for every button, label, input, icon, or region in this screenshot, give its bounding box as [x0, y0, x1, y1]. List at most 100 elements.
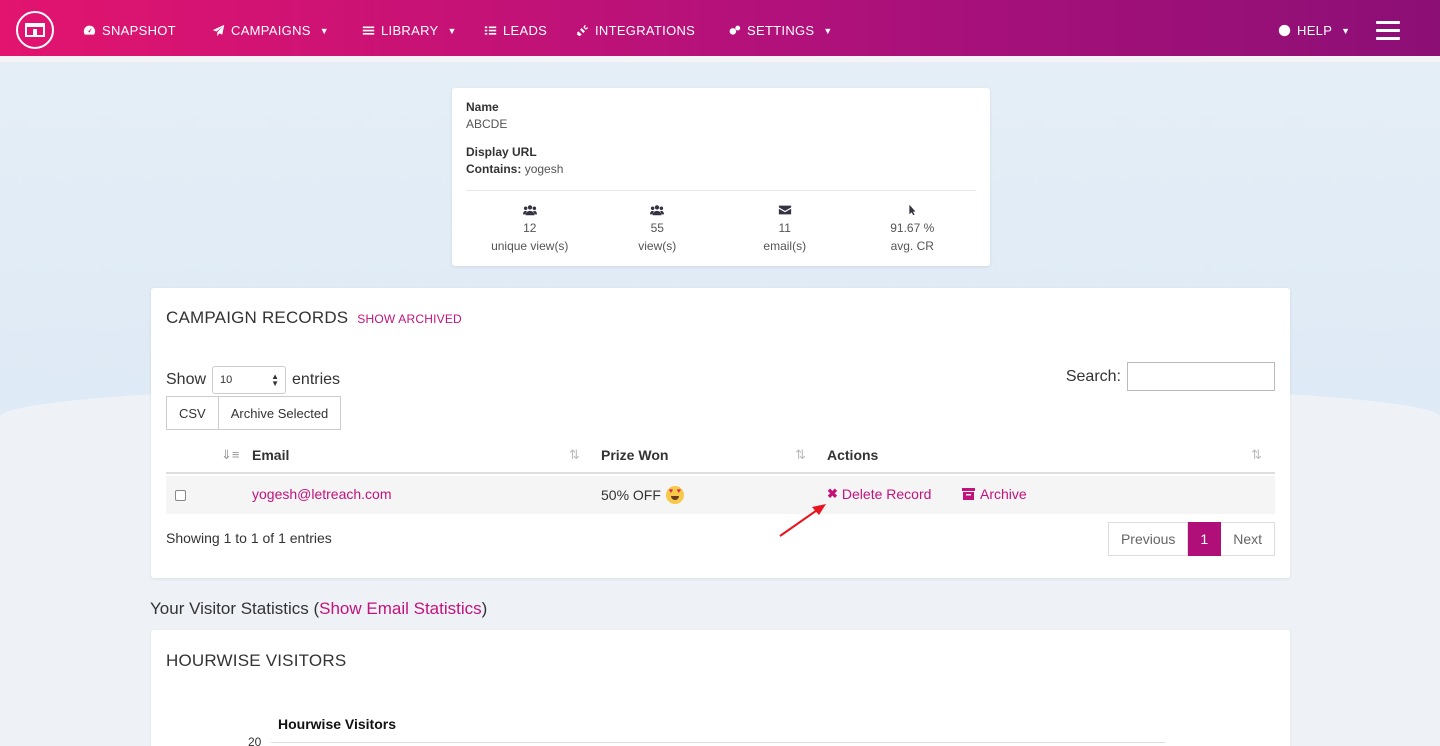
nav-library-label: LIBRARY — [381, 23, 439, 38]
visitor-statistics-heading: Your Visitor Statistics (Show Email Stat… — [150, 599, 487, 619]
hourwise-title: HOURWISE VISITORS — [166, 651, 347, 670]
visitor-prefix: Your Visitor Statistics ( — [150, 599, 320, 618]
paper-plane-icon — [212, 24, 225, 37]
column-prize-won[interactable]: Prize Won — [601, 447, 668, 463]
archive-selected-button[interactable]: Archive Selected — [218, 396, 342, 430]
chart-title: Hourwise Visitors — [278, 716, 397, 732]
top-navbar: SNAPSHOT CAMPAIGNS ▼ LIBRARY ▼ LEADS INTEG… — [0, 0, 1440, 62]
y-axis-tick: 20 — [248, 735, 262, 746]
sort-icon[interactable]: ⇅ — [1251, 447, 1262, 463]
stat-label: view(s) — [638, 239, 677, 253]
caret-down-icon: ▼ — [319, 25, 329, 36]
stat-value: 55 — [650, 221, 664, 235]
nav-campaigns[interactable]: CAMPAIGNS ▼ — [212, 23, 329, 38]
row-select-checkbox[interactable] — [175, 490, 186, 501]
cogs-icon — [729, 25, 741, 35]
question-circle-icon — [1278, 24, 1291, 37]
display-url-label: Display URL — [466, 145, 537, 159]
stat-unique-views: 12 unique view(s) — [466, 204, 594, 255]
nav-campaigns-label: CAMPAIGNS — [231, 23, 311, 38]
sort-icon[interactable]: ⇅ — [569, 447, 580, 463]
show-email-statistics-link[interactable]: Show Email Statistics — [319, 599, 482, 618]
nav-help-label: HELP — [1297, 23, 1333, 38]
entries-select[interactable]: 10 ▲ ▼ — [212, 366, 287, 394]
stats-row: 12 unique view(s) 55 view(s) 11 email(s)… — [466, 204, 976, 255]
row-prize: 50% OFF — [601, 486, 684, 504]
previous-page-button[interactable]: Previous — [1107, 522, 1189, 556]
archive-label: Archive — [980, 486, 1027, 502]
library-icon — [362, 26, 375, 35]
sort-icon[interactable]: ⇅ — [795, 447, 806, 463]
times-icon: ✖ — [827, 486, 838, 501]
pagination: Previous 1 Next — [1107, 522, 1275, 556]
brand-logo[interactable] — [16, 11, 54, 49]
stat-value: 12 — [523, 221, 537, 235]
nav-settings-label: SETTINGS — [747, 23, 815, 38]
stat-value: 91.67 % — [890, 221, 935, 235]
nav-help[interactable]: HELP ▼ — [1278, 23, 1350, 38]
entries-select-value: 10 — [220, 374, 233, 386]
nav-integrations-label: INTEGRATIONS — [595, 23, 696, 38]
search-input[interactable] — [1127, 362, 1275, 391]
archive-box-icon — [962, 488, 975, 500]
csv-button[interactable]: CSV — [166, 396, 219, 430]
stat-views: 55 view(s) — [594, 204, 722, 255]
records-title: CAMPAIGN RECORDS — [166, 308, 349, 327]
contains-label: Contains: — [466, 162, 522, 176]
nav-snapshot[interactable]: SNAPSHOT — [83, 23, 176, 38]
envelope-icon — [778, 205, 791, 215]
nav-settings[interactable]: SETTINGS ▼ — [728, 23, 833, 38]
table-header: ⇓≡ Email ⇅ Prize Won ⇅ Actions ⇅ — [166, 436, 1275, 474]
stat-avg-cr: 91.67 % avg. CR — [849, 204, 977, 255]
chart-gridline — [271, 742, 1165, 743]
show-archived-link[interactable]: SHOW ARCHIVED — [357, 312, 462, 326]
annotation-arrow — [779, 504, 826, 537]
visitor-suffix: ) — [481, 599, 488, 618]
campaign-records-card: CAMPAIGN RECORDS SHOW ARCHIVED Show 10 ▲… — [151, 288, 1290, 578]
contains-row: Contains: yogesh — [466, 162, 976, 176]
stat-emails: 11 email(s) — [721, 204, 849, 255]
sort-ascending-icon[interactable]: ⇓≡ — [221, 447, 239, 463]
campaign-summary-card: Name ABCDE Display URL Contains: yogesh … — [452, 88, 990, 266]
name-label: Name — [466, 100, 499, 114]
archive-link[interactable]: Archive — [962, 486, 1027, 502]
stat-label: unique view(s) — [491, 239, 569, 253]
row-prize-text: 50% OFF — [601, 487, 661, 503]
heart-eyes-emoji-icon — [665, 486, 684, 504]
column-actions[interactable]: Actions — [827, 447, 878, 463]
stat-label: email(s) — [763, 239, 807, 253]
delete-record-label: Delete Record — [841, 486, 932, 502]
search-label: Search: — [1065, 367, 1121, 385]
delete-record-link[interactable]: ✖ Delete Record — [827, 486, 931, 502]
show-label: Show — [166, 371, 207, 388]
nav-snapshot-label: SNAPSHOT — [102, 23, 176, 38]
caret-down-icon: ▼ — [1341, 25, 1351, 36]
next-page-button[interactable]: Next — [1221, 522, 1275, 556]
nav-library[interactable]: LIBRARY ▼ — [362, 23, 457, 38]
name-value: ABCDE — [466, 117, 508, 131]
list-icon — [484, 26, 497, 35]
users-icon — [522, 205, 537, 216]
column-email[interactable]: Email — [252, 447, 289, 463]
page-1-button[interactable]: 1 — [1188, 522, 1222, 556]
divider — [466, 190, 976, 191]
plug-icon — [576, 24, 589, 37]
nav-leads[interactable]: LEADS — [484, 23, 547, 38]
nav-leads-label: LEADS — [503, 23, 548, 38]
contains-value: yogesh — [524, 162, 564, 176]
entries-length-control: Show 10 ▲ ▼ entries — [166, 366, 340, 394]
row-email-link[interactable]: yogesh@letreach.com — [252, 486, 392, 502]
stat-value: 11 — [778, 221, 791, 235]
entries-label: entries — [292, 371, 341, 388]
search-control: Search: — [1066, 362, 1275, 391]
dashboard-icon — [83, 25, 96, 35]
menu-hamburger-icon[interactable] — [1376, 21, 1400, 41]
table-info: Showing 1 to 1 of 1 entries — [166, 530, 332, 546]
caret-down-icon: ▼ — [447, 25, 457, 36]
caret-down-icon: ▼ — [823, 25, 833, 36]
stat-label: avg. CR — [890, 239, 934, 253]
table-row: yogesh@letreach.com 50% OFF ✖ Delete Rec… — [166, 476, 1275, 514]
records-title-row: CAMPAIGN RECORDS SHOW ARCHIVED — [166, 308, 462, 328]
users-icon — [650, 205, 665, 216]
nav-integrations[interactable]: INTEGRATIONS — [576, 23, 695, 38]
